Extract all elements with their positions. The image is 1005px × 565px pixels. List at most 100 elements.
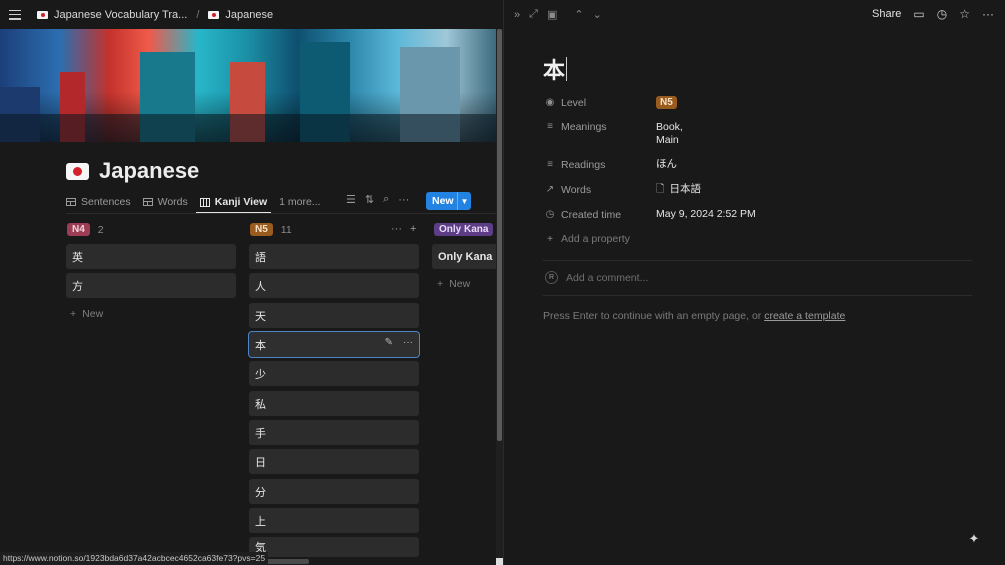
avatar: R: [545, 271, 558, 284]
tab-label: Kanji View: [214, 196, 268, 208]
board-card[interactable]: 私: [249, 391, 419, 416]
breadcrumb-separator: /: [196, 8, 200, 21]
column-header-n4: N4 2: [67, 223, 104, 236]
property-label: Created time: [561, 208, 622, 221]
board-card[interactable]: 上: [249, 508, 419, 533]
tab-more[interactable]: 1 more...: [279, 191, 320, 213]
new-button[interactable]: New ▼: [426, 192, 471, 210]
side-peek-icon[interactable]: ▣: [547, 8, 557, 21]
vertical-scrollbar[interactable]: [496, 29, 503, 565]
cover-image: [0, 29, 496, 142]
plus-icon: +: [547, 233, 553, 245]
peek-top-bar: » ⤢ ▣ ⌃ ⌄ Share ▭ ◷ ☆ ···: [504, 0, 1005, 29]
board-card[interactable]: Only Kana: [432, 244, 496, 269]
status-url: https://www.notion.so/1923bda6d37a42acbc…: [0, 552, 269, 565]
add-property-button[interactable]: + Add a property: [545, 233, 745, 245]
property-value[interactable]: Book, Main: [656, 121, 683, 147]
breadcrumb-item-current[interactable]: Japanese: [225, 9, 273, 21]
add-card-button[interactable]: + New: [437, 278, 470, 290]
more-icon[interactable]: ···: [391, 223, 402, 235]
scrollbar-thumb[interactable]: [497, 29, 502, 441]
board-card-selected[interactable]: 本 ✎ ···: [248, 331, 420, 358]
close-peek-icon[interactable]: »: [514, 9, 520, 21]
board-card[interactable]: 人: [249, 273, 419, 298]
comment-icon[interactable]: ▭: [913, 7, 924, 21]
tab-kanji-view[interactable]: Kanji View: [195, 191, 272, 214]
relation-icon: ↗: [545, 184, 555, 195]
group-badge: Only Kana: [434, 223, 494, 236]
property-name: ◉ Level: [545, 96, 656, 109]
board-card[interactable]: 少: [249, 361, 419, 386]
edit-icon[interactable]: ✎: [385, 337, 393, 348]
clock-icon: ◷: [545, 209, 555, 220]
board-card[interactable]: 分: [249, 479, 419, 504]
expand-icon[interactable]: ⤢: [529, 8, 538, 21]
property-name: ◷ Created time: [545, 208, 656, 221]
tab-sentences[interactable]: Sentences: [66, 191, 131, 213]
property-label: Level: [561, 96, 587, 109]
history-icon[interactable]: ◷: [937, 7, 947, 21]
peek-actions: Share ▭ ◷ ☆ ···: [872, 7, 994, 21]
more-icon[interactable]: ···: [398, 194, 409, 206]
property-created-time[interactable]: ◷ Created time May 9, 2024 2:52 PM: [545, 208, 756, 221]
sort-icon[interactable]: ⇅: [365, 193, 374, 206]
property-value[interactable]: ほん: [656, 158, 677, 171]
tab-words[interactable]: Words: [142, 191, 188, 213]
chevron-up-icon[interactable]: ⌃: [574, 8, 583, 21]
property-value[interactable]: 🗋 日本語: [656, 183, 701, 196]
related-page-link[interactable]: 日本語: [669, 183, 701, 195]
board-card[interactable]: 天: [249, 303, 419, 328]
database-title[interactable]: Japanese: [99, 158, 199, 184]
divider: [543, 295, 972, 296]
property-value[interactable]: N5: [656, 96, 677, 109]
board-icon: [199, 197, 210, 207]
board-card[interactable]: 語: [249, 244, 419, 269]
chevron-down-icon[interactable]: ▼: [457, 192, 471, 210]
share-button[interactable]: Share: [872, 8, 901, 20]
filter-icon[interactable]: ☰: [346, 193, 356, 206]
japan-flag-icon: [37, 10, 48, 19]
board-card[interactable]: 手: [249, 420, 419, 445]
property-level[interactable]: ◉ Level N5: [545, 96, 677, 109]
group-badge: N4: [67, 223, 90, 236]
plus-icon[interactable]: +: [410, 223, 416, 235]
property-label: Readings: [561, 158, 606, 171]
text-icon: ≡: [547, 159, 553, 170]
table-icon: [142, 198, 153, 206]
board-card[interactable]: 日: [249, 449, 419, 474]
group-count: 11: [280, 223, 292, 236]
peek-nav: » ⤢ ▣ ⌃ ⌄: [514, 8, 602, 21]
view-toolbar: ☰ ⇅ ⌕ ···: [346, 193, 409, 206]
breadcrumb-item-parent[interactable]: Japanese Vocabulary Tra...: [54, 9, 187, 21]
add-card-button[interactable]: + New: [70, 308, 103, 320]
more-icon[interactable]: ···: [403, 337, 413, 348]
page-peek-pane: » ⤢ ▣ ⌃ ⌄ Share ▭ ◷ ☆ ··· 本 ◉ Level N5 ≡ M…: [503, 0, 1005, 565]
more-icon[interactable]: ···: [982, 7, 994, 21]
top-bar: Japanese Vocabulary Tra... / Japanese: [0, 0, 503, 29]
japan-flag-icon: [66, 162, 89, 180]
page-title-text: 本: [543, 58, 566, 83]
create-template-link[interactable]: create a template: [764, 310, 845, 322]
page-title[interactable]: 本: [543, 53, 568, 85]
board-card[interactable]: 方: [66, 273, 236, 298]
database-pane: Japanese Vocabulary Tra... / Japanese Ja…: [0, 0, 503, 565]
divider: [543, 260, 972, 261]
comment-input[interactable]: R Add a comment...: [545, 271, 648, 284]
search-icon[interactable]: ⌕: [383, 193, 389, 206]
board-card[interactable]: 英: [66, 244, 236, 269]
chevron-down-icon[interactable]: ⌄: [593, 8, 602, 21]
column-actions: ··· +: [391, 223, 416, 235]
property-meanings[interactable]: ≡ Meanings Book, Main: [545, 121, 683, 147]
property-label: Meanings: [561, 121, 607, 133]
ai-sparkle-icon[interactable]: ✦: [963, 528, 985, 550]
star-icon[interactable]: ☆: [959, 7, 970, 21]
page-icon: 🗋: [656, 183, 665, 195]
plus-icon: +: [70, 308, 77, 320]
property-readings[interactable]: ≡ Readings ほん: [545, 158, 677, 171]
empty-page-hint: Press Enter to continue with an empty pa…: [543, 310, 845, 322]
property-words[interactable]: ↗ Words 🗋 日本語: [545, 183, 701, 196]
database-title-row: Japanese: [66, 158, 199, 184]
menu-icon[interactable]: [9, 9, 21, 20]
board-card[interactable]: 気: [249, 537, 419, 557]
text-cursor: [566, 57, 568, 81]
